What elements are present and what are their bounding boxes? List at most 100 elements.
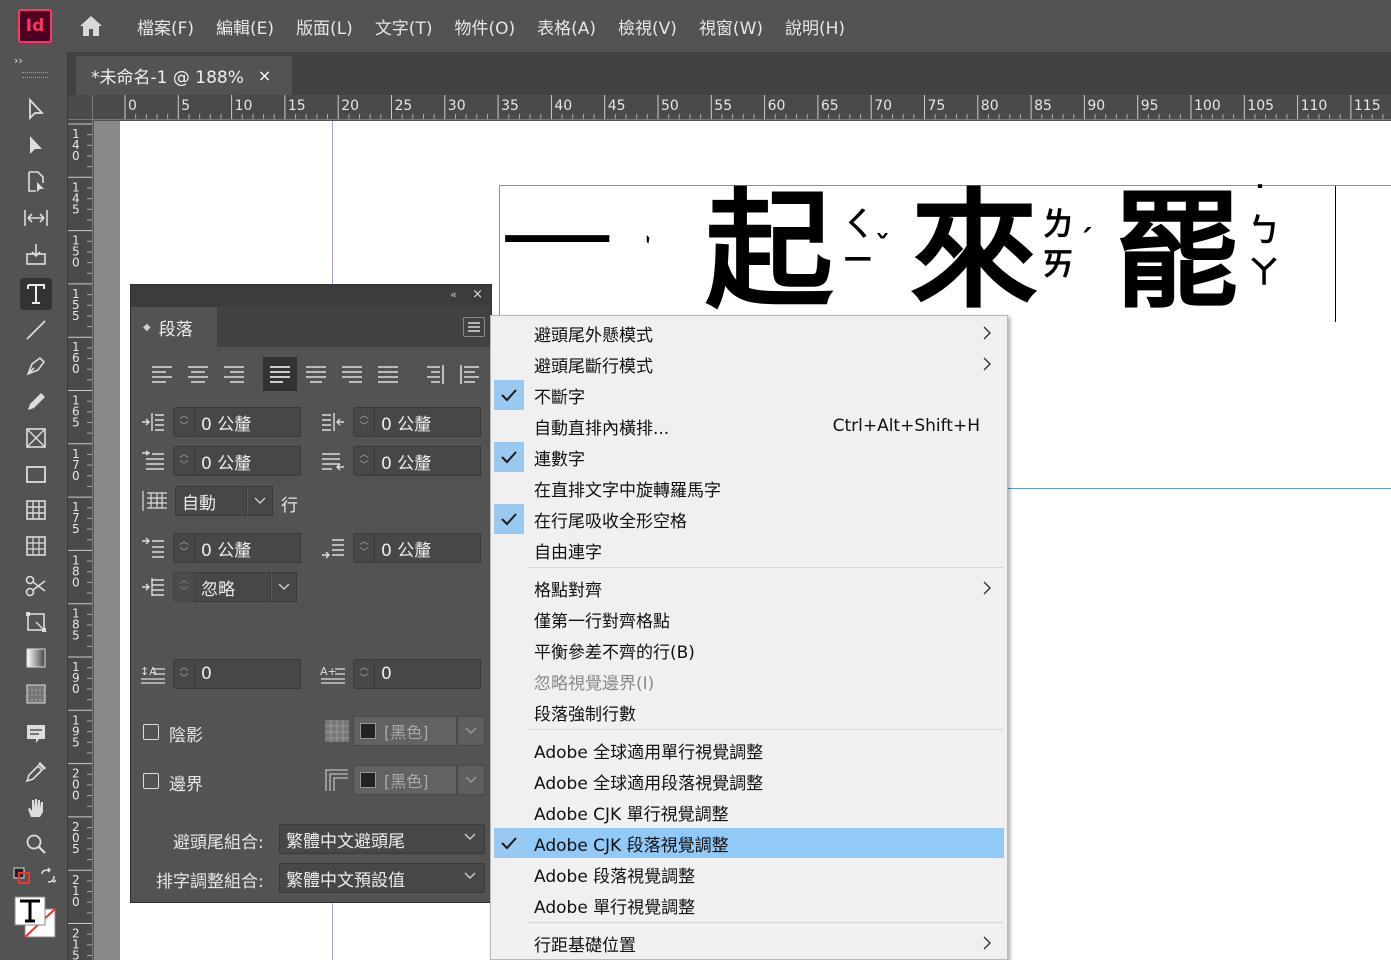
note-tool-icon[interactable]	[20, 718, 52, 750]
hand-tool-icon[interactable]	[20, 792, 52, 824]
eyedropper-tool-icon[interactable]	[20, 756, 52, 788]
flyout-menu-item[interactable]: 連數字	[494, 442, 1004, 472]
justify-left-icon[interactable]	[263, 357, 297, 391]
last-line-indent-field[interactable]: ︿ ﹀ 0 公釐	[353, 446, 481, 476]
menu-item[interactable]: 檢視(V)	[607, 14, 688, 39]
app-logo[interactable]: Id	[18, 9, 52, 43]
justify-right-icon[interactable]	[335, 357, 369, 391]
table-tool-icon[interactable]	[20, 494, 52, 526]
leading-dropdown-icon[interactable]	[247, 486, 273, 516]
line-tool-icon[interactable]	[20, 314, 52, 346]
justify-all-icon[interactable]	[371, 357, 405, 391]
align-left-icon[interactable]	[145, 357, 179, 391]
flyout-menu-item[interactable]: 自動直排內橫排... Ctrl+Alt+Shift+H	[494, 411, 1004, 441]
align-away-spine-icon[interactable]	[453, 357, 487, 391]
align-toward-spine-icon[interactable]	[417, 357, 451, 391]
menu-item[interactable]: 檔案(F)	[126, 14, 205, 39]
menu-item[interactable]: 編輯(E)	[205, 14, 285, 39]
flyout-menu-item[interactable]: 僅第一行對齊格點	[494, 604, 1004, 634]
mojikumi-select[interactable]: 繁體中文預設值	[279, 863, 485, 893]
shading-checkbox[interactable]	[143, 724, 159, 740]
gap-tool-icon[interactable]	[20, 202, 52, 234]
selection-tool-icon[interactable]	[20, 94, 52, 126]
scissors-tool-icon[interactable]	[20, 570, 52, 602]
space-after-input[interactable]: 0 公釐	[375, 533, 481, 563]
first-line-indent-input[interactable]: 0 公釐	[195, 446, 301, 476]
vertical-grid-tool-icon[interactable]	[20, 530, 52, 562]
last-line-indent-input[interactable]: 0 公釐	[375, 446, 481, 476]
pencil-tool-icon[interactable]	[20, 386, 52, 418]
tab-paragraph[interactable]: ◆ 段落	[131, 307, 217, 347]
left-indent-field[interactable]: ︿ ﹀ 0 公釐	[173, 407, 301, 437]
kinsoku-dropdown-icon[interactable]	[464, 833, 476, 841]
space-before-input[interactable]: 0 公釐	[195, 533, 301, 563]
flyout-menu-item[interactable]: 平衡參差不齊的行(B)	[494, 635, 1004, 665]
drop-cap-lines-field[interactable]: ︿ ﹀ 0	[173, 659, 301, 689]
drop-cap-chars-field[interactable]: ︿ ﹀ 0	[353, 659, 481, 689]
menu-item[interactable]: 文字(T)	[364, 14, 444, 39]
flyout-menu-item[interactable]: Adobe 段落視覺調整	[494, 859, 1004, 889]
flyout-menu-item[interactable]: 格點對齊	[494, 573, 1004, 603]
pen-tool-icon[interactable]	[20, 350, 52, 382]
left-indent-input[interactable]: 0 公釐	[195, 407, 301, 437]
border-checkbox[interactable]	[143, 773, 159, 789]
justify-center-icon[interactable]	[299, 357, 333, 391]
border-color-dropdown[interactable]: [黑色]	[353, 765, 485, 795]
flyout-menu-item[interactable]: Adobe 全球適用單行視覺調整	[494, 735, 1004, 765]
gradient-feather-tool-icon[interactable]	[20, 678, 52, 710]
flyout-menu-item[interactable]: 在行尾吸收全形空格	[494, 504, 1004, 534]
direct-selection-tool-icon[interactable]	[20, 130, 52, 162]
menu-item[interactable]: 版面(L)	[285, 14, 364, 39]
flyout-menu-item[interactable]: 自由連字	[494, 535, 1004, 565]
flyout-menu-item[interactable]: 忽略視覺邊界(I)	[494, 666, 1004, 696]
page-tool-icon[interactable]	[20, 166, 52, 198]
right-indent-input[interactable]: 0 公釐	[375, 407, 481, 437]
flyout-menu-item[interactable]: Adobe 單行視覺調整	[494, 890, 1004, 920]
align-to-grid-field[interactable]: ︿ ﹀ 忽略	[173, 572, 297, 602]
swap-fill-stroke-icon[interactable]	[36, 864, 60, 888]
shading-dropdown-icon[interactable]	[457, 716, 485, 746]
first-line-indent-field[interactable]: ︿ ﹀ 0 公釐	[173, 446, 301, 476]
menu-item[interactable]: 視窗(W)	[688, 14, 774, 39]
menu-item[interactable]: 表格(A)	[526, 14, 607, 39]
align-to-grid-input[interactable]: 忽略	[195, 572, 271, 602]
border-dropdown-icon[interactable]	[457, 765, 485, 795]
formatting-affects-text-icon[interactable]	[12, 894, 58, 940]
flyout-menu-item[interactable]: 行距基礎位置	[494, 928, 1004, 958]
menu-item[interactable]: 物件(O)	[443, 14, 526, 39]
align-to-grid-dropdown-icon[interactable]	[271, 572, 297, 602]
toolbar-grip[interactable]	[22, 72, 48, 78]
rectangle-frame-tool-icon[interactable]	[20, 422, 52, 454]
leading-input[interactable]: 自動	[175, 486, 247, 516]
border-settings-icon[interactable]	[323, 766, 351, 794]
space-before-field[interactable]: ︿ ﹀ 0 公釐	[173, 533, 301, 563]
flyout-menu-item[interactable]: 段落強制行數	[494, 697, 1004, 727]
flyout-menu-item[interactable]: 避頭尾外懸模式	[494, 318, 1004, 348]
vertical-ruler[interactable]: 1401451501551601651701751801851901952002…	[68, 120, 93, 960]
shading-color-dropdown[interactable]: [黑色]	[353, 716, 485, 746]
toolbar-collapse-icon[interactable]: ››	[14, 54, 23, 67]
document-tab[interactable]: *未命名-1 @ 188% ×	[76, 56, 292, 95]
free-transform-tool-icon[interactable]	[20, 606, 52, 638]
flyout-menu-item[interactable]: 避頭尾斷行模式	[494, 349, 1004, 379]
space-after-field[interactable]: ︿ ﹀ 0 公釐	[353, 533, 481, 563]
align-right-icon[interactable]	[217, 357, 251, 391]
right-indent-field[interactable]: ︿ ﹀ 0 公釐	[353, 407, 481, 437]
home-icon[interactable]	[76, 11, 106, 41]
flyout-menu-item[interactable]: Adobe CJK 段落視覺調整	[494, 828, 1004, 858]
close-panel-icon[interactable]: ×	[472, 287, 483, 302]
zoom-tool-icon[interactable]	[20, 828, 52, 860]
kinsoku-select[interactable]: 繁體中文避頭尾	[279, 824, 485, 854]
drop-cap-chars-input[interactable]: 0	[375, 659, 481, 689]
drop-cap-lines-input[interactable]: 0	[195, 659, 301, 689]
close-tab-icon[interactable]: ×	[258, 66, 271, 85]
panel-header[interactable]: « ×	[131, 285, 491, 307]
rectangle-tool-icon[interactable]	[20, 458, 52, 490]
default-fill-stroke-icon[interactable]	[10, 864, 34, 888]
gradient-swatch-tool-icon[interactable]	[20, 642, 52, 674]
content-collector-icon[interactable]	[20, 238, 52, 270]
flyout-menu-item[interactable]: Adobe 全球適用段落視覺調整	[494, 766, 1004, 796]
leading-field[interactable]: 自動	[175, 486, 273, 516]
ruler-origin[interactable]	[68, 95, 93, 120]
collapse-panel-icon[interactable]: «	[450, 288, 457, 301]
